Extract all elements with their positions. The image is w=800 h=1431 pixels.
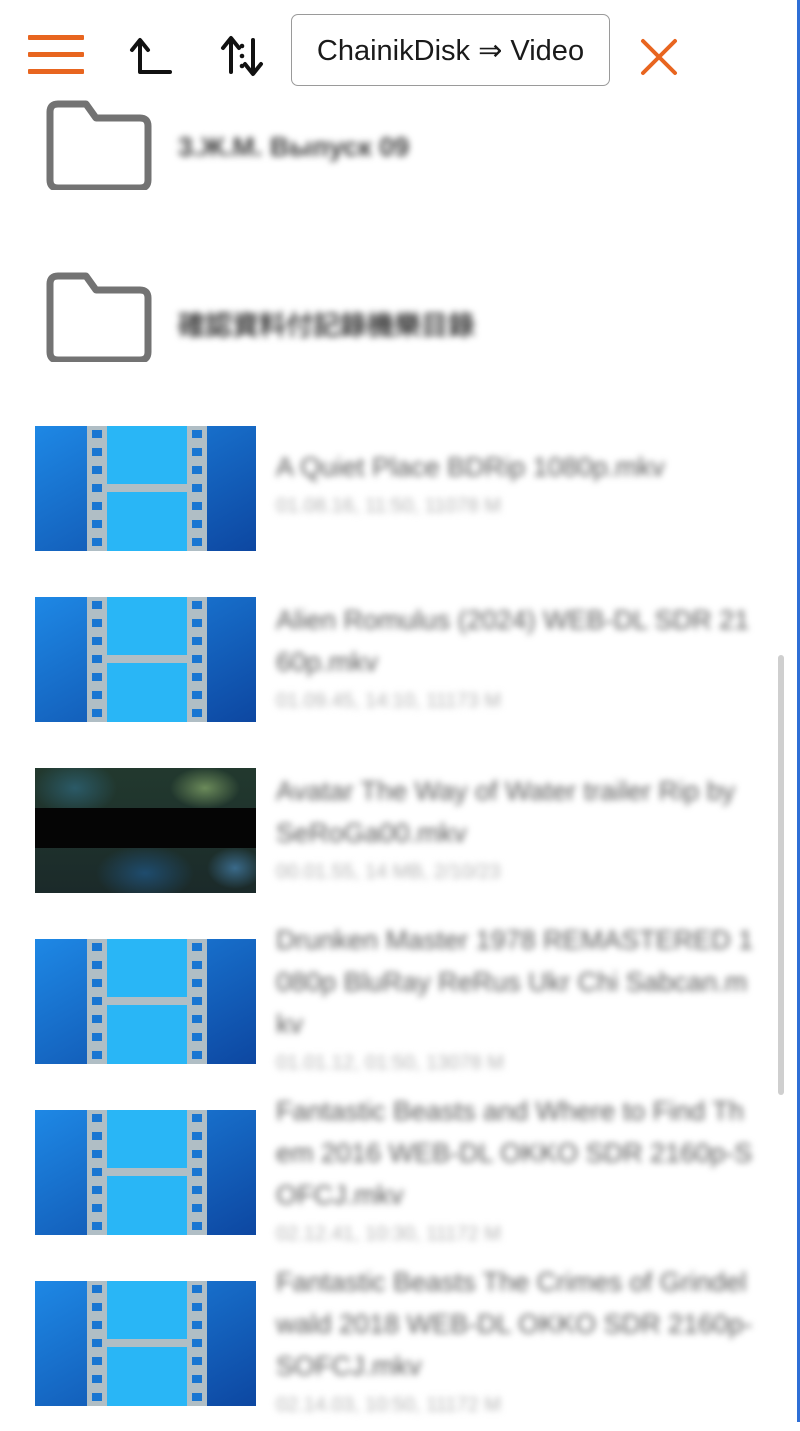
menu-icon-bar bbox=[28, 69, 84, 74]
file-text: Alien Romulus (2024) WEB-DL SDR 2160p.mk… bbox=[276, 599, 756, 717]
file-meta: 02.14.03, 10:50, 11172 M bbox=[276, 1394, 501, 1416]
video-file-icon bbox=[35, 1281, 256, 1406]
video-file-icon bbox=[35, 1110, 256, 1235]
video-thumbnail bbox=[35, 768, 256, 893]
scrollbar[interactable] bbox=[778, 655, 784, 1095]
close-icon bbox=[641, 39, 677, 75]
file-item[interactable]: A Quiet Place BDRip 1080p.mkv 01.08.16, … bbox=[0, 426, 797, 566]
level-up-icon bbox=[130, 38, 172, 74]
video-file-icon bbox=[35, 426, 256, 551]
video-thumbnail bbox=[35, 426, 256, 551]
file-name: Alien Romulus (2024) WEB-DL SDR 2160p.mk… bbox=[276, 605, 750, 677]
file-meta: 00.01.55, 14 MB, 2/10/23 bbox=[276, 861, 501, 883]
video-thumbnail bbox=[35, 597, 256, 722]
file-text: Drunken Master 1978 REMASTERED 1080p Blu… bbox=[276, 919, 756, 1079]
file-item[interactable]: Alien Romulus (2024) WEB-DL SDR 2160p.mk… bbox=[0, 597, 797, 737]
video-file-icon bbox=[35, 939, 256, 1064]
file-name: Fantastic Beasts The Crimes of Grindelwa… bbox=[276, 1267, 753, 1381]
file-item[interactable]: Fantastic Beasts and Where to Find Them … bbox=[0, 1096, 797, 1280]
menu-button[interactable] bbox=[28, 33, 86, 77]
video-thumbnail bbox=[35, 939, 256, 1064]
file-item[interactable]: Fantastic Beasts The Crimes of Grindelwa… bbox=[0, 1267, 797, 1431]
video-file-icon bbox=[35, 597, 256, 722]
file-item[interactable]: Drunken Master 1978 REMASTERED 1080p Blu… bbox=[0, 925, 797, 1109]
close-button[interactable] bbox=[638, 36, 680, 78]
folder-item[interactable]: 確認資料付記錄機樂目錄 bbox=[0, 262, 797, 412]
file-name: Drunken Master 1978 REMASTERED 1080p Blu… bbox=[276, 925, 754, 1039]
folder-icon bbox=[46, 272, 152, 362]
video-thumbnail bbox=[35, 1110, 256, 1235]
file-meta: 01.08.16, 11:50, 11078 M bbox=[276, 495, 501, 517]
letterbox-bar bbox=[35, 808, 256, 848]
menu-icon bbox=[28, 35, 84, 40]
folder-name: 3.Ж.М. Выпуск 09 bbox=[178, 132, 410, 162]
file-meta: 01.01.12, 01:50, 13078 M bbox=[276, 1052, 504, 1074]
file-text: Avatar The Way of Water trailer Rip by S… bbox=[276, 770, 756, 888]
video-thumbnail bbox=[35, 1281, 256, 1406]
file-meta: 01.09.45, 14:10, 11173 M bbox=[276, 690, 501, 712]
sort-icon bbox=[221, 36, 263, 76]
sort-button[interactable] bbox=[218, 32, 266, 80]
file-name: Fantastic Beasts and Where to Find Them … bbox=[276, 1096, 753, 1210]
file-name: Avatar The Way of Water trailer Rip by S… bbox=[276, 776, 736, 848]
path-field[interactable]: ChainikDisk ⇒ Video bbox=[291, 14, 610, 86]
file-text: Fantastic Beasts and Where to Find Them … bbox=[276, 1090, 756, 1250]
file-name: A Quiet Place BDRip 1080p.mkv bbox=[276, 452, 665, 482]
file-text: Fantastic Beasts The Crimes of Grindelwa… bbox=[276, 1261, 756, 1421]
folder-icon bbox=[46, 100, 152, 190]
file-meta: 02.12.41, 10:30, 11172 M bbox=[276, 1223, 501, 1245]
file-item[interactable]: Avatar The Way of Water trailer Rip by S… bbox=[0, 768, 797, 908]
file-text: A Quiet Place BDRip 1080p.mkv 01.08.16, … bbox=[276, 446, 756, 522]
folder-item[interactable]: 3.Ж.М. Выпуск 09 bbox=[0, 90, 797, 240]
folder-name: 確認資料付記錄機樂目錄 bbox=[178, 311, 475, 341]
menu-icon-bar bbox=[28, 52, 84, 57]
parent-folder-button[interactable] bbox=[128, 34, 172, 78]
